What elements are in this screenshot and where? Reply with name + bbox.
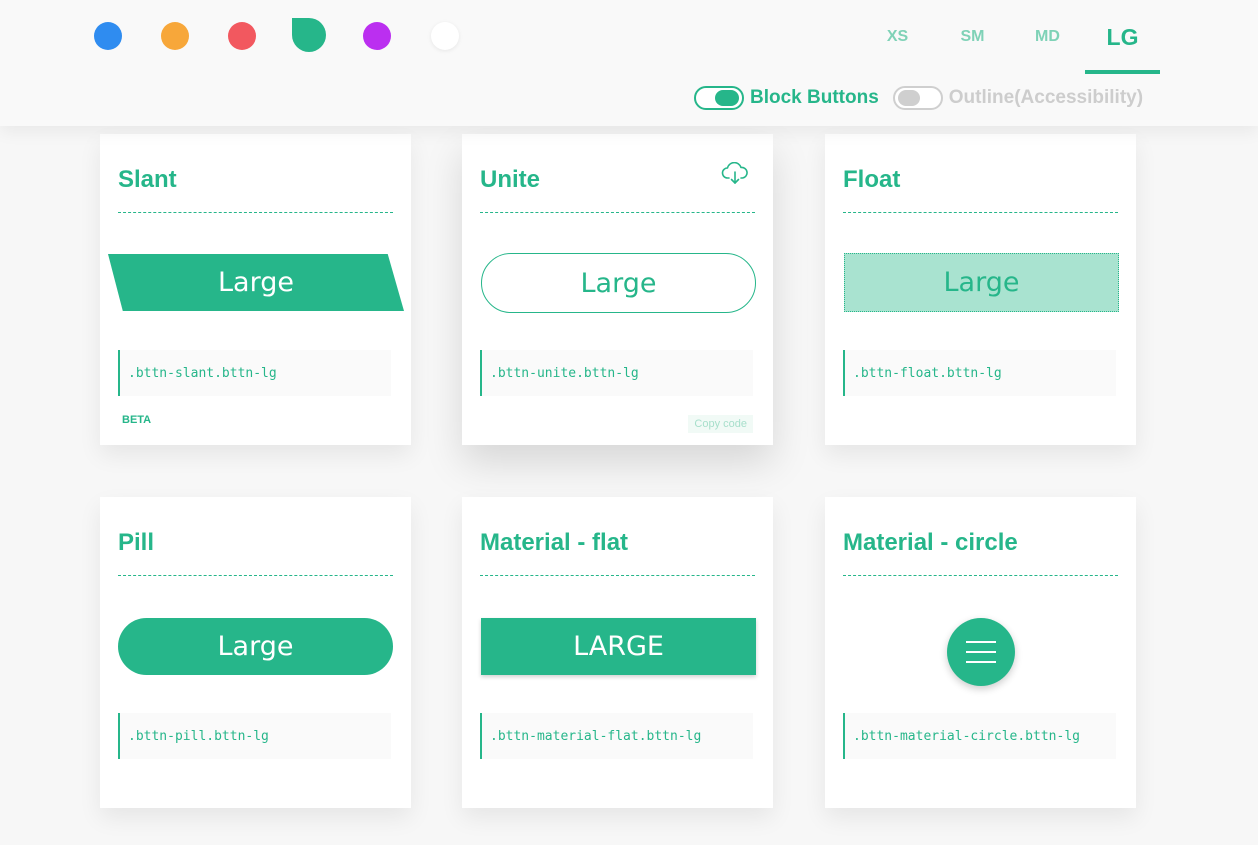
card-pill: Pill Large .bttn-pill.bttn-lg bbox=[100, 497, 411, 808]
card-material-flat: Material - flat LARGE .bttn-material-fla… bbox=[462, 497, 773, 808]
slant-demo-button[interactable]: Large bbox=[108, 254, 404, 311]
button-label: Large bbox=[943, 267, 1020, 298]
tab-size-md[interactable]: MD bbox=[1010, 0, 1085, 74]
outline-label: Outline(Accessibility) bbox=[948, 87, 1144, 108]
card-material-circle: Material - circle .bttn-material-circle.… bbox=[825, 497, 1136, 808]
material-flat-demo-button[interactable]: LARGE bbox=[481, 618, 756, 675]
copy-code-button[interactable]: Copy code bbox=[688, 415, 753, 433]
material-circle-demo-button[interactable] bbox=[947, 618, 1015, 686]
color-swatch-purple[interactable] bbox=[363, 22, 391, 50]
display-toggles: Block Buttons Outline(Accessibility) bbox=[694, 86, 1143, 110]
card-title: Unite bbox=[480, 166, 540, 193]
code-snippet: .bttn-slant.bttn-lg bbox=[118, 350, 391, 396]
tab-size-sm[interactable]: SM bbox=[935, 0, 1010, 74]
card-unite: Unite Large .bttn-unite.bttn-lg Copy cod… bbox=[462, 134, 773, 445]
divider bbox=[118, 212, 393, 213]
block-buttons-label: Block Buttons bbox=[750, 87, 879, 108]
float-demo-button[interactable]: Large bbox=[844, 253, 1119, 312]
pill-demo-button[interactable]: Large bbox=[118, 618, 393, 675]
color-swatch-white[interactable] bbox=[431, 22, 459, 50]
code-snippet: .bttn-pill.bttn-lg bbox=[118, 713, 391, 759]
block-buttons-toggle[interactable]: Block Buttons bbox=[694, 86, 879, 110]
outline-toggle[interactable]: Outline(Accessibility) bbox=[892, 86, 1144, 110]
button-label: Large bbox=[217, 631, 294, 662]
divider bbox=[843, 212, 1118, 213]
switch-knob bbox=[715, 90, 739, 106]
size-tabs: XS SM MD LG bbox=[860, 0, 1160, 74]
color-swatch-blue[interactable] bbox=[94, 22, 122, 50]
card-float: Float Large .bttn-float.bttn-lg bbox=[825, 134, 1136, 445]
unite-demo-button[interactable]: Large bbox=[481, 253, 756, 313]
top-bar: XS SM MD LG Block Buttons Outline(Access… bbox=[0, 0, 1258, 126]
button-label: LARGE bbox=[573, 631, 664, 662]
card-title: Slant bbox=[118, 166, 177, 193]
cloud-download-icon[interactable] bbox=[721, 162, 749, 186]
beta-badge: BETA bbox=[122, 414, 152, 426]
divider bbox=[480, 575, 755, 576]
outline-switch[interactable] bbox=[892, 86, 943, 110]
switch-knob bbox=[897, 90, 920, 106]
code-snippet: .bttn-float.bttn-lg bbox=[843, 350, 1116, 396]
color-swatch-green-selected[interactable] bbox=[292, 18, 326, 52]
button-label: Large bbox=[218, 267, 294, 298]
tab-size-lg[interactable]: LG bbox=[1085, 0, 1160, 74]
card-title: Material - flat bbox=[480, 529, 629, 556]
card-title: Float bbox=[843, 166, 901, 193]
code-snippet: .bttn-unite.bttn-lg bbox=[480, 350, 753, 396]
divider bbox=[118, 575, 393, 576]
divider bbox=[480, 212, 755, 213]
block-buttons-switch[interactable] bbox=[694, 86, 744, 110]
card-slant: Slant Large .bttn-slant.bttn-lg BETA bbox=[100, 134, 411, 445]
color-swatch-red[interactable] bbox=[228, 22, 256, 50]
code-snippet: .bttn-material-circle.bttn-lg bbox=[843, 713, 1116, 759]
divider bbox=[843, 575, 1118, 576]
card-title: Material - circle bbox=[843, 529, 1018, 556]
code-snippet: .bttn-material-flat.bttn-lg bbox=[480, 713, 753, 759]
button-label: Large bbox=[580, 267, 657, 299]
card-title: Pill bbox=[118, 529, 155, 556]
menu-icon bbox=[966, 641, 996, 663]
tab-size-xs[interactable]: XS bbox=[860, 0, 935, 74]
color-swatch-orange[interactable] bbox=[161, 22, 189, 50]
